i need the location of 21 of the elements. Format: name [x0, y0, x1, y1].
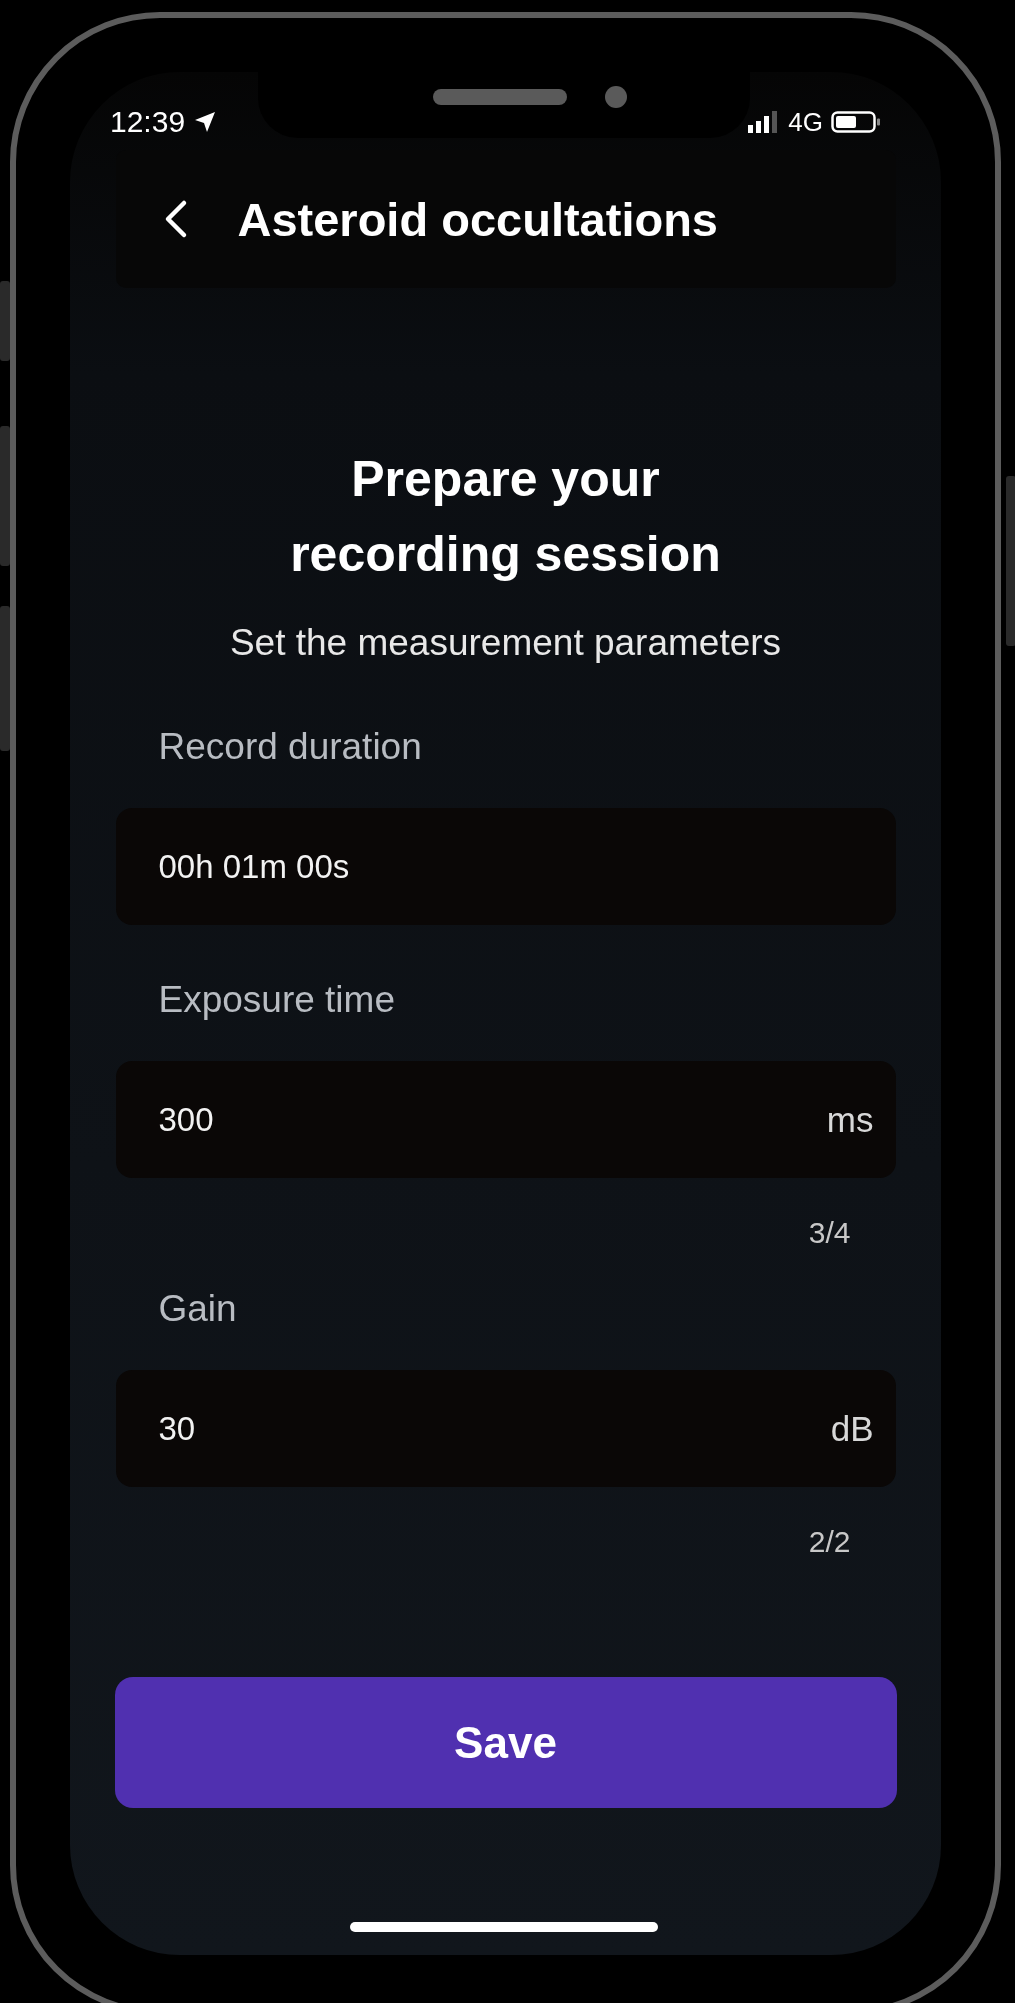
step-counter: 2/2: [808, 1524, 851, 1560]
step-counter: 3/4: [808, 1215, 851, 1251]
input-field[interactable]: 00h 01m 00s: [115, 808, 896, 925]
subtitle: Set the measurement parameters: [229, 621, 782, 665]
field-label: Record duration: [158, 725, 423, 769]
input-field[interactable]: 30 dB: [115, 1370, 896, 1487]
heading: Prepare your recording session: [289, 450, 722, 584]
input-field[interactable]: 300 ms: [115, 1061, 896, 1178]
save-button[interactable]: Save: [114, 1677, 897, 1808]
field-label: Gain: [158, 1287, 238, 1331]
location-arrow-icon: [193, 110, 218, 134]
network-type: 4G: [788, 106, 823, 138]
field-label: Exposure time: [158, 978, 396, 1022]
field-value: 300: [158, 1100, 214, 1139]
field-value: 30: [158, 1409, 196, 1448]
unit-label: ms: [826, 1099, 874, 1140]
status-time: 12:39: [110, 105, 186, 139]
battery-icon: [831, 110, 881, 134]
field-value: 00h 01m 00s: [158, 847, 350, 886]
unit-label: dB: [830, 1408, 874, 1449]
screen-title: Asteroid occultations: [237, 191, 718, 247]
